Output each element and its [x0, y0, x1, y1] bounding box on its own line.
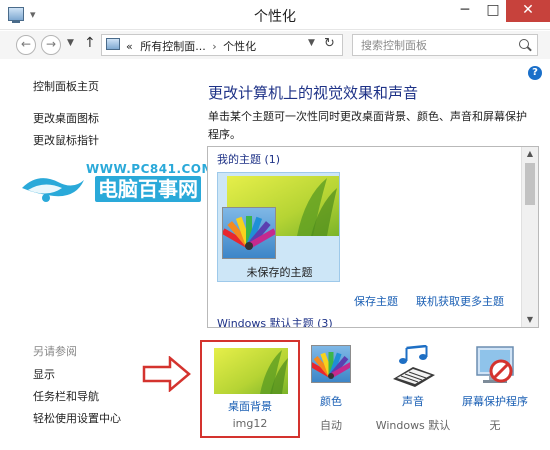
- breadcrumb-item-all-control-panel[interactable]: 所有控制面...: [140, 40, 206, 53]
- my-themes-heading: 我的主题 (1): [217, 153, 281, 166]
- sidebar-item-control-panel-home[interactable]: 控制面板主页: [33, 78, 99, 94]
- sound-label: 声音: [402, 395, 424, 408]
- navigation-bar: ← → ▼ ↑ « 所有控制面... › 个性化 ▼ ↻: [0, 31, 550, 59]
- see-also-display[interactable]: 显示: [33, 366, 55, 382]
- sound-value: Windows 默认: [375, 419, 451, 432]
- scroll-up-arrow-icon[interactable]: ▲: [522, 147, 538, 161]
- see-also-taskbar-navigation[interactable]: 任务栏和导航: [33, 388, 99, 404]
- theme-label: 未保存的主题: [246, 266, 313, 279]
- red-arrow-annotation: [142, 356, 191, 392]
- scroll-thumb[interactable]: [525, 163, 535, 205]
- get-more-themes-link[interactable]: 联机获取更多主题: [416, 293, 504, 309]
- address-dropdown-icon[interactable]: ▼: [308, 38, 315, 48]
- screensaver-value: 无: [489, 419, 501, 432]
- minimize-button[interactable]: ─: [452, 0, 478, 22]
- screensaver-setting[interactable]: 屏幕保护程序 无: [455, 340, 535, 432]
- breadcrumb-overflow[interactable]: «: [126, 40, 133, 53]
- desktop-background-icon: [214, 348, 288, 394]
- color-label: 颜色: [320, 395, 342, 408]
- see-also-ease-of-access[interactable]: 轻松使用设置中心: [33, 410, 121, 426]
- control-panel-icon: [106, 38, 120, 50]
- close-button[interactable]: ✕: [506, 0, 550, 22]
- windows-default-themes-heading: Windows 默认主题 (3): [217, 317, 333, 328]
- page-title: 更改计算机上的视觉效果和声音: [208, 84, 419, 102]
- sidebar-item-change-desktop-icons[interactable]: 更改桌面图标: [33, 110, 99, 126]
- forward-button[interactable]: →: [41, 35, 61, 55]
- sound-icon: [393, 344, 435, 387]
- refresh-icon[interactable]: ↻: [324, 36, 335, 51]
- watermark-name: 电脑百事网: [95, 176, 201, 202]
- up-button[interactable]: ↑: [84, 35, 96, 51]
- search-box[interactable]: [352, 34, 538, 56]
- theme-color-swatch-icon: [221, 207, 277, 259]
- sidebar-item-change-mouse-pointers[interactable]: 更改鼠标指针: [33, 132, 99, 148]
- color-setting[interactable]: 颜色 自动: [300, 340, 362, 432]
- sound-setting[interactable]: 声音 Windows 默认: [370, 340, 456, 432]
- search-input[interactable]: [353, 35, 513, 55]
- desktop-background-setting[interactable]: 桌面背景 img12: [200, 340, 300, 438]
- recent-locations-dropdown-icon[interactable]: ▼: [67, 38, 74, 48]
- screensaver-label: 屏幕保护程序: [462, 395, 528, 408]
- color-value: 自动: [320, 419, 342, 432]
- breadcrumb-item-personalization[interactable]: 个性化: [223, 40, 256, 53]
- breadcrumb: « 所有控制面... › 个性化: [126, 38, 256, 54]
- screensaver-icon: [476, 346, 514, 383]
- address-bar[interactable]: « 所有控制面... › 个性化 ▼ ↻: [101, 34, 343, 56]
- theme-list-scrollbar[interactable]: ▲ ▼: [521, 147, 538, 327]
- see-also-heading: 另请参阅: [33, 345, 77, 358]
- theme-list: 我的主题 (1) 未保存的主题 保存主题 联机获取更多主题 Windows 默认…: [207, 146, 539, 328]
- maximize-button[interactable]: □: [480, 0, 506, 22]
- desktop-background-label: 桌面背景: [228, 400, 272, 413]
- desktop-background-value: img12: [232, 417, 268, 430]
- breadcrumb-separator-icon[interactable]: ›: [212, 40, 216, 53]
- help-icon[interactable]: ?: [528, 66, 542, 80]
- watermark-logo-icon: [22, 178, 84, 202]
- color-icon: [308, 345, 354, 383]
- scroll-down-arrow-icon[interactable]: ▼: [522, 313, 538, 327]
- theme-tile-unsaved[interactable]: 未保存的主题: [217, 172, 340, 282]
- back-button[interactable]: ←: [16, 35, 36, 55]
- page-description: 单击某个主题可一次性同时更改桌面背景、颜色、声音和屏幕保护程序。: [208, 110, 527, 141]
- watermark-url: WWW.PC841.COM: [86, 162, 214, 176]
- title-bar: ▾ 个性化 ─ □ ✕: [0, 0, 550, 30]
- search-icon[interactable]: [519, 39, 529, 49]
- save-theme-link[interactable]: 保存主题: [354, 293, 398, 309]
